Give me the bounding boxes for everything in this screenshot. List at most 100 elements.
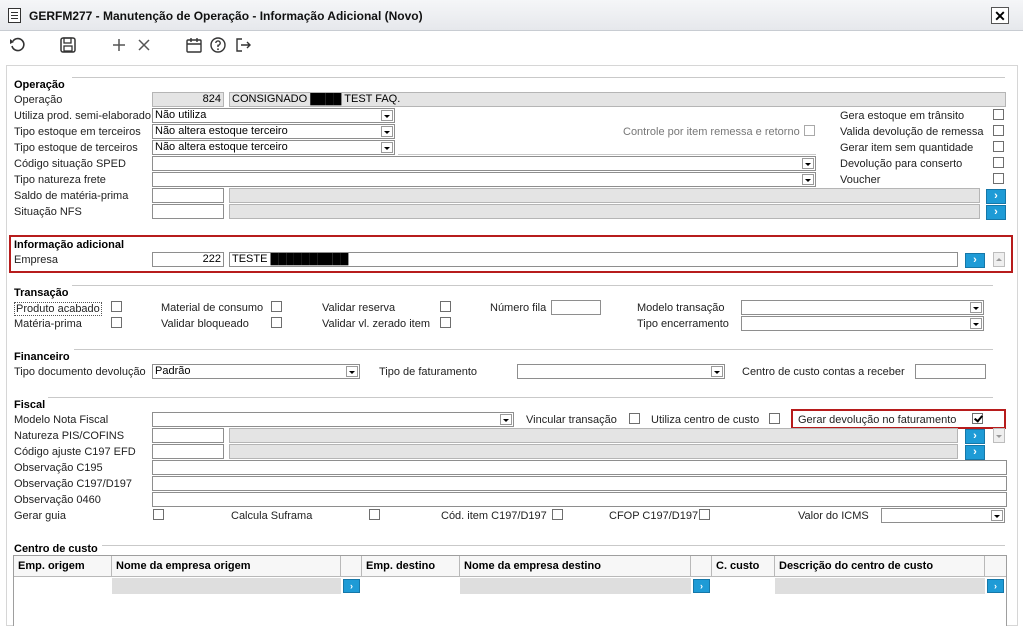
origem-lookup-button[interactable]: ›: [343, 579, 360, 593]
undo-icon[interactable]: [8, 36, 28, 56]
grid-cell-emp-origem[interactable]: [14, 578, 112, 594]
add-icon[interactable]: [109, 36, 129, 56]
estoque-de-terceiros-select[interactable]: Não altera estoque terceiro: [152, 140, 395, 155]
chevron-down-icon[interactable]: [381, 126, 393, 137]
divider: [398, 154, 816, 155]
centro-custo-receber-input[interactable]: [915, 364, 986, 379]
validar-bloqueado-checkbox[interactable]: [271, 317, 282, 328]
controle-remessa-checkbox[interactable]: [804, 125, 815, 136]
calendar-icon[interactable]: [184, 36, 204, 56]
grid-cell-emp-destino[interactable]: [362, 578, 460, 594]
window-title: GERFM277 - Manutenção de Operação - Info…: [29, 9, 423, 23]
gerar-devolucao-label: Gerar devolução no faturamento: [798, 414, 957, 426]
column-header-c-custo[interactable]: C. custo: [712, 556, 775, 576]
chevron-down-icon[interactable]: [500, 414, 512, 425]
chevron-down-icon[interactable]: [711, 366, 723, 377]
exit-icon[interactable]: [233, 36, 253, 56]
tipo-faturamento-select[interactable]: [517, 364, 725, 379]
observacao-c195-input[interactable]: [152, 460, 1007, 475]
column-header-nome-empresa-destino[interactable]: Nome da empresa destino: [460, 556, 691, 576]
validar-reserva-checkbox[interactable]: [440, 301, 451, 312]
chevron-down-icon[interactable]: [970, 302, 982, 313]
empresa-code-input[interactable]: 222: [152, 252, 224, 267]
gerar-item-checkbox[interactable]: [993, 141, 1004, 152]
saldo-materia-prima-input[interactable]: [152, 188, 224, 203]
devolucao-conserto-checkbox[interactable]: [993, 157, 1004, 168]
sped-label: Código situação SPED: [14, 158, 126, 170]
gera-estoque-transito-checkbox[interactable]: [993, 109, 1004, 120]
chevron-down-icon[interactable]: [802, 174, 814, 185]
valida-devolucao-checkbox[interactable]: [993, 125, 1004, 136]
chevron-down-icon[interactable]: [381, 110, 393, 121]
ajuste-lookup-button[interactable]: ›: [965, 445, 985, 460]
destino-lookup-button[interactable]: ›: [693, 579, 710, 593]
section-title-centro-custo: Centro de custo: [14, 543, 98, 555]
column-header-emp-destino[interactable]: Emp. destino: [362, 556, 460, 576]
save-icon[interactable]: [58, 36, 78, 56]
chevron-down-icon[interactable]: [381, 142, 393, 153]
tipo-documento-select[interactable]: Padrão: [152, 364, 360, 379]
divider: [74, 349, 993, 350]
gerar-devolucao-checkbox[interactable]: [972, 413, 983, 424]
semi-elaborado-select[interactable]: Não utiliza: [152, 108, 395, 123]
estoque-em-terceiros-select[interactable]: Não altera estoque terceiro: [152, 124, 395, 139]
centro-custo-lookup-button[interactable]: ›: [987, 579, 1004, 593]
empresa-label: Empresa: [14, 254, 59, 266]
utiliza-centro-custo-label: Utiliza centro de custo: [651, 414, 760, 426]
natureza-frete-select[interactable]: [152, 172, 816, 187]
chevron-down-icon[interactable]: [802, 158, 814, 169]
natureza-pis-input[interactable]: [152, 428, 224, 443]
close-button[interactable]: ✕: [991, 7, 1009, 24]
voucher-checkbox[interactable]: [993, 173, 1004, 184]
chevron-down-icon[interactable]: [991, 510, 1003, 521]
utiliza-centro-custo-checkbox[interactable]: [769, 413, 780, 424]
vincular-transacao-checkbox[interactable]: [629, 413, 640, 424]
observacao-0460-input[interactable]: [152, 492, 1007, 507]
scroll-up-icon[interactable]: [993, 252, 1005, 267]
numero-fila-input[interactable]: [551, 300, 601, 315]
tipo-documento-label: Tipo documento devolução: [14, 366, 146, 378]
cfop-c197-checkbox[interactable]: [699, 509, 710, 520]
nfs-lookup-button[interactable]: ›: [986, 205, 1006, 220]
saldo-materia-prima-label: Saldo de matéria-prima: [14, 190, 129, 202]
material-consumo-checkbox[interactable]: [271, 301, 282, 312]
ajuste-c197-label: Código ajuste C197 EFD: [14, 446, 136, 458]
validar-zerado-checkbox[interactable]: [440, 317, 451, 328]
grid-cell-c-custo[interactable]: [712, 578, 775, 594]
observacao-c195-label: Observação C195: [14, 462, 103, 474]
modelo-nota-select[interactable]: [152, 412, 514, 427]
numero-fila-label: Número fila: [490, 302, 547, 314]
divider: [102, 545, 1005, 546]
calcula-suframa-checkbox[interactable]: [369, 509, 380, 520]
modelo-transacao-select[interactable]: [741, 300, 984, 315]
help-icon[interactable]: [208, 36, 228, 56]
section-title-fiscal: Fiscal: [14, 399, 46, 411]
saldo-lookup-button[interactable]: ›: [986, 189, 1006, 204]
empresa-lookup-button[interactable]: ›: [965, 253, 985, 268]
gerar-guia-checkbox[interactable]: [153, 509, 164, 520]
chevron-down-icon[interactable]: [346, 366, 358, 377]
chevron-down-icon[interactable]: [970, 318, 982, 329]
materia-prima-checkbox[interactable]: [111, 317, 122, 328]
cod-item-c197-checkbox[interactable]: [552, 509, 563, 520]
grid-cell-nome-empresa-origem: [112, 578, 341, 594]
column-header-nome-empresa-origem[interactable]: Nome da empresa origem: [112, 556, 341, 576]
natureza-pis-label: Natureza PIS/COFINS: [14, 430, 125, 442]
produto-acabado-checkbox[interactable]: [111, 301, 122, 312]
column-header-emp-origem[interactable]: Emp. origem: [14, 556, 112, 576]
column-header-spacer: [691, 556, 712, 576]
tipo-encerramento-select[interactable]: [741, 316, 984, 331]
delete-icon[interactable]: [134, 36, 154, 56]
observacao-c197-input[interactable]: [152, 476, 1007, 491]
sped-select[interactable]: [152, 156, 816, 171]
natureza-lookup-button[interactable]: ›: [965, 429, 985, 444]
column-header-descricao-centro-custo[interactable]: Descrição do centro de custo: [775, 556, 985, 576]
section-title-operacao: Operação: [14, 79, 65, 91]
valor-icms-select[interactable]: [881, 508, 1005, 523]
scroll-down-icon[interactable]: [993, 428, 1005, 443]
operacao-code-field: 824: [152, 92, 224, 107]
observacao-0460-label: Observação 0460: [14, 494, 101, 506]
column-header-spacer: [341, 556, 362, 576]
ajuste-c197-input[interactable]: [152, 444, 224, 459]
situacao-nfs-input[interactable]: [152, 204, 224, 219]
